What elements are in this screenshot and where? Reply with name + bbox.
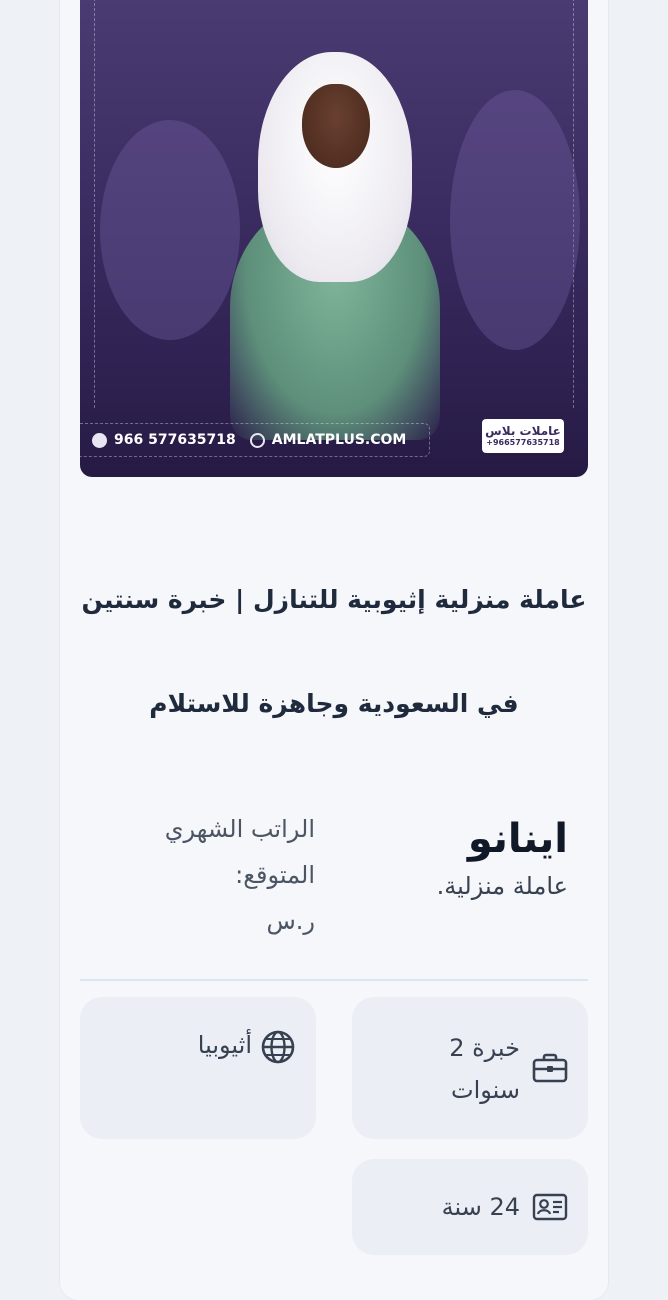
photo-contact-strip: 966 577635718 AMLATPLUS.COM bbox=[80, 423, 430, 457]
globe-icon bbox=[260, 1029, 296, 1071]
worker-photo[interactable]: 966 577635718 AMLATPLUS.COM عاملات بلاس … bbox=[80, 0, 588, 477]
experience-line-2: سنوات bbox=[450, 1076, 520, 1104]
logo-text: عاملات بلاس bbox=[485, 423, 561, 438]
briefcase-icon bbox=[532, 1053, 568, 1089]
age-text: 24 سنة bbox=[441, 1193, 520, 1221]
phone-icon bbox=[92, 432, 107, 448]
salary-label-2: المتوقع: bbox=[235, 861, 315, 889]
globe-icon bbox=[249, 432, 265, 448]
website-group: AMLATPLUS.COM bbox=[249, 432, 407, 448]
photo-phone: 966 577635718 bbox=[114, 432, 236, 448]
phone-group: 966 577635718 bbox=[92, 432, 236, 448]
title-line-1: عاملة منزلية إثيوبية للتنازل | خبرة سنتي… bbox=[81, 585, 587, 614]
salary-info: الراتب الشهري المتوقع: ر.س bbox=[150, 806, 315, 944]
background-shape bbox=[450, 90, 580, 350]
brand-logo: عاملات بلاس +966577635718 bbox=[482, 419, 564, 453]
listing-title: عاملة منزلية إثيوبية للتنازل | خبرة سنتي… bbox=[80, 548, 588, 756]
id-card-icon bbox=[532, 1193, 568, 1227]
title-line-2: في السعودية وجاهزة للاستلام bbox=[149, 689, 519, 718]
salary-currency: ر.س bbox=[266, 907, 315, 935]
photo-website: AMLATPLUS.COM bbox=[271, 432, 407, 448]
experience-tile: خبرة 2 سنوات bbox=[352, 997, 588, 1139]
worker-name: اينانو bbox=[467, 816, 568, 862]
worker-role: عاملة منزلية. bbox=[436, 872, 568, 900]
salary-label-1: الراتب الشهري bbox=[164, 815, 315, 843]
worker-info: اينانو عاملة منزلية. bbox=[437, 812, 568, 902]
country-text: أثيوبيا bbox=[197, 1031, 252, 1059]
experience-line-1: خبرة 2 bbox=[449, 1034, 520, 1062]
country-tile: أثيوبيا bbox=[80, 997, 316, 1139]
logo-phone: +966577635718 bbox=[486, 437, 560, 447]
section-divider bbox=[80, 979, 588, 981]
age-tile: 24 سنة bbox=[352, 1159, 588, 1255]
background-shape bbox=[100, 120, 240, 340]
worker-face bbox=[302, 84, 370, 168]
